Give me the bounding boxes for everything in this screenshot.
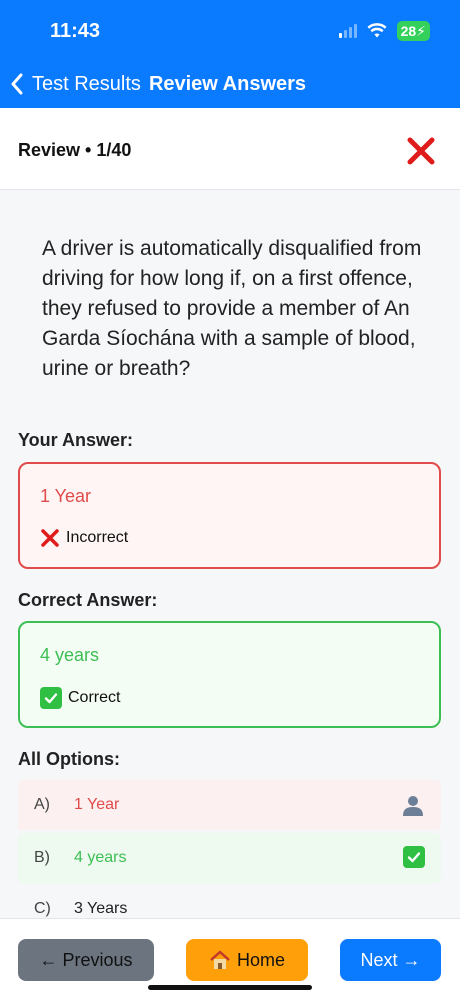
checkmark-icon — [40, 687, 62, 709]
home-label: Home — [236, 949, 285, 970]
nav-bar: Test Results Review Answers — [0, 66, 460, 102]
correct-label: Correct — [68, 689, 121, 706]
home-button[interactable]: Home — [186, 939, 308, 981]
question-text: A driver is automatically disqualified f… — [42, 237, 422, 380]
all-options-label: All Options: — [18, 749, 120, 769]
chevron-left-icon — [11, 73, 23, 95]
option-a: A) 1 Year — [18, 780, 441, 830]
wifi-icon — [367, 23, 387, 38]
correct-answer-value: 4 years — [40, 645, 100, 665]
incorrect-cross-icon — [407, 137, 435, 165]
option-b: B) 4 years — [18, 833, 441, 883]
checkmark-icon — [403, 846, 425, 868]
home-indicator — [148, 985, 312, 990]
battery-level: 28 — [400, 23, 417, 39]
previous-button[interactable]: ← Previous — [18, 939, 154, 981]
review-progress: Review • 1/40 — [18, 140, 132, 160]
your-answer-value: 1 Year — [40, 486, 92, 506]
review-header: Review • 1/40 — [0, 108, 460, 190]
correct-answer-label: Correct Answer: — [18, 590, 158, 610]
incorrect-label: Incorrect — [66, 529, 129, 546]
cross-icon — [41, 529, 59, 547]
option-c: C) 3 Years — [18, 884, 441, 918]
your-answer-label: Your Answer: — [18, 430, 134, 450]
battery-icon: 28⚡ — [396, 21, 430, 41]
status-time: 11:43 — [50, 20, 101, 42]
option-letter: C) — [34, 900, 51, 917]
option-text: 3 Years — [74, 900, 128, 917]
top-bar: 11:43 28⚡ Test Results Review Answers — [0, 0, 460, 108]
user-selected-icon — [403, 796, 423, 816]
next-button[interactable]: Next → — [340, 939, 441, 981]
page-title: Review Answers — [148, 72, 307, 95]
correct-answer-status: Correct — [40, 687, 120, 709]
correct-answer-card: 4 years Correct — [18, 621, 441, 728]
option-letter: A) — [34, 796, 50, 813]
option-text: 1 Year — [74, 796, 120, 813]
your-answer-card: 1 Year Incorrect — [18, 462, 441, 569]
back-button[interactable]: Test Results — [0, 73, 141, 96]
option-letter: B) — [34, 849, 50, 866]
back-label: Test Results — [32, 72, 141, 95]
option-text: 4 years — [74, 849, 127, 866]
your-answer-status: Incorrect — [40, 528, 128, 548]
status-icons: 28⚡ — [338, 20, 430, 42]
signal-icon — [338, 24, 357, 38]
house-icon — [210, 950, 230, 969]
